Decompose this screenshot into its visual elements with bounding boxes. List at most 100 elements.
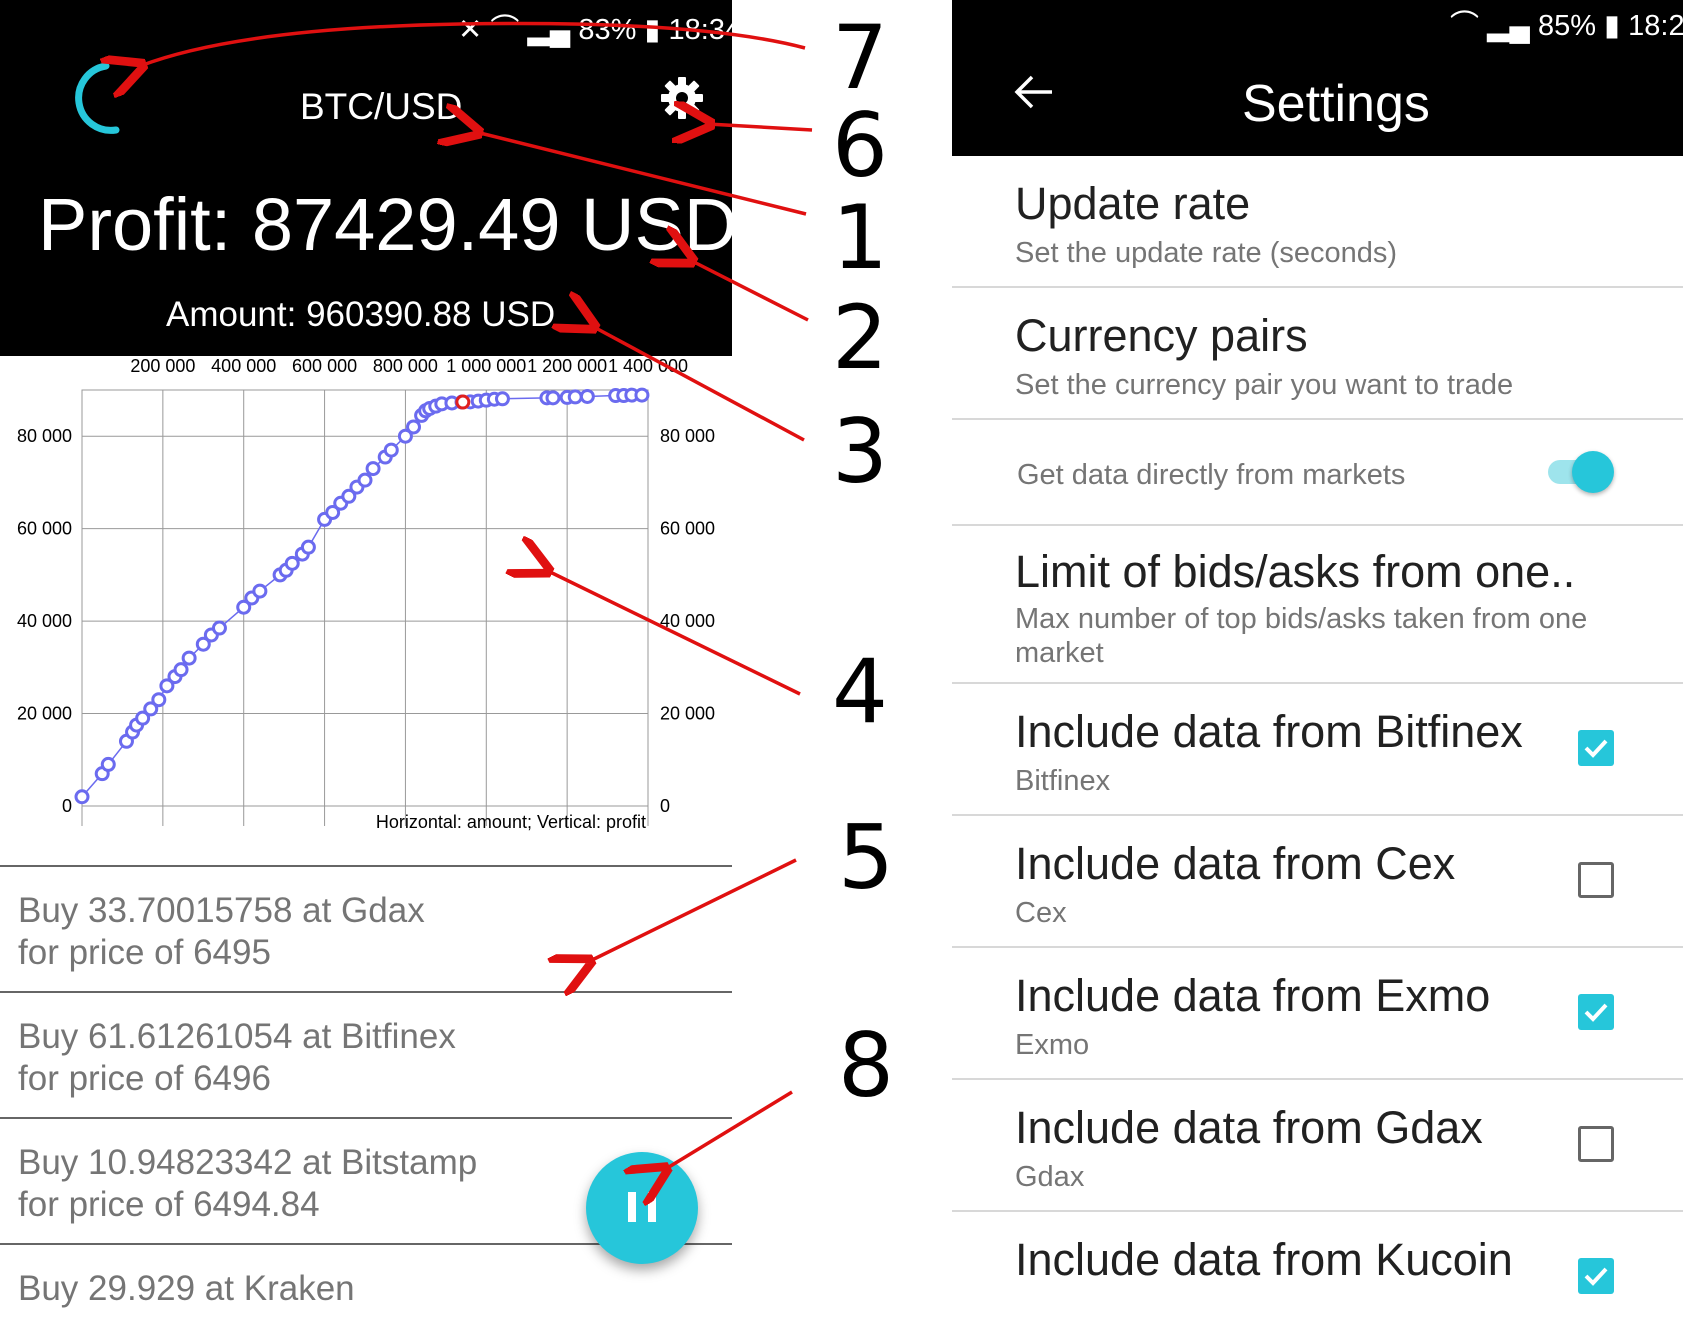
setting-title[interactable]: Include data from Kucoin xyxy=(1015,1234,1513,1286)
setting-subtitle: market xyxy=(1015,637,1104,669)
setting-title[interactable]: Include data from Bitfinex xyxy=(1015,706,1523,758)
clock: 18:34 xyxy=(668,14,742,46)
mute-icon: ✕ xyxy=(458,14,483,46)
x-tick-label: 1 000 000 xyxy=(446,356,526,376)
chart-frame xyxy=(81,389,649,807)
chart-caption: Horizontal: amount; Vertical: profit xyxy=(376,812,646,832)
data-point xyxy=(173,662,189,678)
settings-title: Settings xyxy=(1242,75,1430,133)
gdax-checkbox[interactable] xyxy=(1578,1126,1614,1162)
data-point xyxy=(252,583,268,599)
data-point xyxy=(567,389,583,405)
series-line xyxy=(81,394,642,798)
chart-points xyxy=(74,387,650,805)
data-point xyxy=(151,692,167,708)
y-tick-label-right: 80 000 xyxy=(660,426,715,446)
wifi-icon: ⌒ xyxy=(490,14,520,46)
battery-icon: ▮ xyxy=(1604,10,1621,42)
data-point xyxy=(494,391,510,407)
setting-subtitle: Cex xyxy=(1015,897,1067,929)
setting-title[interactable]: Include data from Gdax xyxy=(1015,1102,1483,1154)
trade-line-2: for price of 6495 xyxy=(18,933,271,972)
chart-grid xyxy=(81,389,649,826)
settings-divider xyxy=(952,814,1683,816)
y-tick-label-right: 0 xyxy=(660,796,670,816)
check-icon xyxy=(1584,1267,1608,1286)
setting-title[interactable]: Include data from Exmo xyxy=(1015,970,1490,1022)
setting-direct-markets-label: Get data directly from markets xyxy=(1017,459,1406,491)
trade-line-1: Buy 61.61261054 at Bitfinex xyxy=(18,1017,456,1056)
wifi-icon: ⌒ xyxy=(1450,10,1480,42)
x-tick-label: 1 400 000 xyxy=(608,356,688,376)
clock: 18:27 xyxy=(1628,10,1698,42)
settings-divider xyxy=(952,286,1683,288)
y-tick-label-left: 20 000 xyxy=(17,704,72,724)
y-tick-label-left: 80 000 xyxy=(17,426,72,446)
right-status-bar: ⌒ ▂▄ 85% ▮ 18:27 xyxy=(1450,2,1698,44)
settings-divider xyxy=(952,1078,1683,1080)
trade-line-2: for price of 6494.84 xyxy=(18,1185,320,1224)
setting-subtitle: Bitfinex xyxy=(1015,765,1111,797)
list-item[interactable]: Buy 61.61261054 at Bitfinex for price of… xyxy=(0,994,732,1118)
x-tick-label: 1 200 000 xyxy=(527,356,607,376)
battery-icon: ▮ xyxy=(644,14,661,46)
setting-title[interactable]: Include data from Cex xyxy=(1015,838,1455,890)
signal-icon: ▂▄ xyxy=(527,14,571,46)
setting-subtitle: Set the currency pair you want to trade xyxy=(1015,369,1514,401)
battery-percent: 83% xyxy=(578,14,637,46)
pause-button[interactable] xyxy=(586,1152,698,1264)
y-tick-label-left: 0 xyxy=(62,796,72,816)
data-point xyxy=(74,789,90,805)
kucoin-checkbox[interactable] xyxy=(1578,1258,1614,1294)
exmo-checkbox[interactable] xyxy=(1578,994,1614,1030)
trade-line-1: Buy 10.94823342 at Bitstamp xyxy=(18,1143,478,1182)
x-tick-label: 600 000 xyxy=(292,356,357,376)
toggle-knob[interactable] xyxy=(1572,451,1614,493)
y-tick-label-left: 60 000 xyxy=(17,519,72,539)
annotation-3: 3 xyxy=(832,400,888,503)
signal-icon: ▂▄ xyxy=(1487,10,1530,42)
pair-title[interactable]: BTC/USD xyxy=(300,86,462,128)
data-point xyxy=(284,555,300,571)
data-point xyxy=(211,620,227,636)
x-tick-label: 800 000 xyxy=(373,356,438,376)
annotation-5: 5 xyxy=(838,806,894,909)
current-point xyxy=(455,394,471,410)
y-tick-label-right: 60 000 xyxy=(660,519,715,539)
chart-line xyxy=(81,394,642,798)
y-tick-label-left: 40 000 xyxy=(17,611,72,631)
cex-checkbox[interactable] xyxy=(1578,862,1614,898)
profit-chart[interactable]: 200 000 400 000 600 000 800 000 1 000 000 1 2… xyxy=(0,356,732,836)
annotation-1: 1 xyxy=(832,186,888,289)
data-point xyxy=(634,387,650,403)
list-divider xyxy=(0,991,732,993)
y-tick-label-right: 40 000 xyxy=(660,611,715,631)
data-point xyxy=(545,390,561,406)
settings-divider xyxy=(952,418,1683,420)
annotation-4: 4 xyxy=(832,640,888,743)
gear-icon[interactable] xyxy=(660,76,704,120)
data-point xyxy=(300,539,316,555)
list-divider xyxy=(0,865,732,867)
battery-percent: 85% xyxy=(1538,10,1597,42)
trade-line-1: Buy 29.929 at Kraken xyxy=(18,1269,355,1308)
bitfinex-checkbox[interactable] xyxy=(1578,730,1614,766)
data-point xyxy=(181,650,197,666)
x-tick-label: 200 000 xyxy=(130,356,195,376)
check-icon xyxy=(1584,739,1608,758)
settings-divider xyxy=(952,1210,1683,1212)
settings-divider xyxy=(952,682,1683,684)
setting-title: Currency pairs xyxy=(1015,310,1308,361)
setting-subtitle: Gdax xyxy=(1015,1161,1085,1193)
data-point xyxy=(100,756,116,772)
amount-value: Amount: 960390.88 USD xyxy=(166,295,556,334)
x-tick-label: 400 000 xyxy=(211,356,276,376)
setting-subtitle: Exmo xyxy=(1015,1029,1090,1061)
list-item[interactable]: Buy 33.70015758 at Gdax for price of 649… xyxy=(0,868,732,992)
back-arrow-icon[interactable] xyxy=(1014,74,1054,110)
trade-line-2: for price of 6496 xyxy=(18,1059,271,1098)
check-icon xyxy=(1584,1003,1608,1022)
setting-subtitle: Set the update rate (seconds) xyxy=(1015,237,1398,269)
setting-title[interactable]: Limit of bids/asks from one.. xyxy=(1015,546,1575,598)
trade-line-1: Buy 33.70015758 at Gdax xyxy=(18,891,425,930)
